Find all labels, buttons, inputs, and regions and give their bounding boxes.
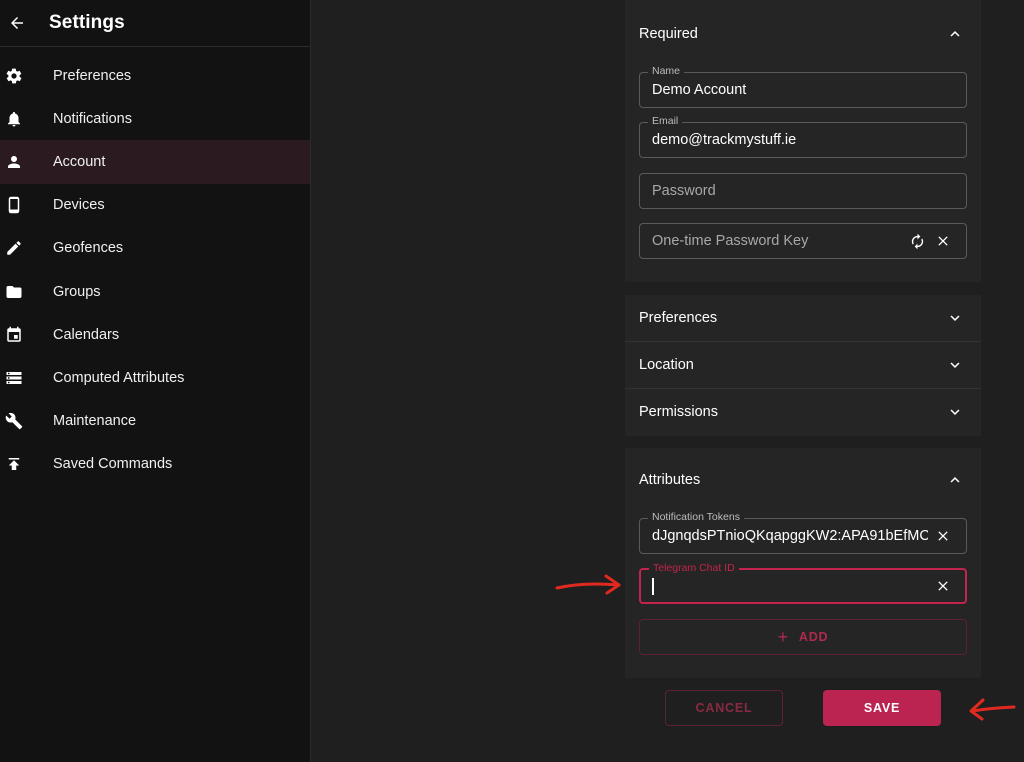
section-title: Preferences xyxy=(639,310,718,326)
plus-icon: + xyxy=(777,626,789,647)
annotation-arrow-telegram xyxy=(555,574,621,595)
permissions-section[interactable]: Permissions xyxy=(625,389,981,436)
permissions-header[interactable]: Permissions xyxy=(625,389,981,435)
wrench-icon xyxy=(0,400,28,443)
section-title: Required xyxy=(639,25,698,42)
preferences-header[interactable]: Preferences xyxy=(625,295,981,341)
field-label: Email xyxy=(648,115,683,127)
sidebar-item-label: Maintenance xyxy=(53,413,137,430)
password-field[interactable]: Password xyxy=(639,173,967,209)
chevron-up-icon xyxy=(943,22,967,46)
sidebar-item-geofences[interactable]: Geofences xyxy=(0,227,310,270)
field-value: demo@trackmystuff.ie xyxy=(652,132,797,148)
storage-icon xyxy=(0,356,28,399)
sidebar-item-label: Notifications xyxy=(53,110,132,127)
sidebar-menu: Preferences Notifications Account Device… xyxy=(0,47,310,486)
person-icon xyxy=(0,140,28,183)
upload-icon xyxy=(0,443,28,486)
preferences-section[interactable]: Preferences xyxy=(625,295,981,341)
sidebar-item-label: Devices xyxy=(53,197,105,214)
field-label: Telegram Chat ID xyxy=(649,562,739,574)
location-header[interactable]: Location xyxy=(625,342,981,388)
section-title: Attributes xyxy=(639,471,701,488)
telegram-chat-id-field[interactable]: Telegram Chat ID xyxy=(639,562,967,604)
sidebar-header: Settings xyxy=(0,0,310,47)
sidebar-item-label: Geofences xyxy=(53,240,124,257)
folder-icon xyxy=(0,270,28,313)
add-label: ADD xyxy=(798,630,829,644)
gear-icon xyxy=(0,54,28,97)
sidebar-item-computed-attributes[interactable]: Computed Attributes xyxy=(0,356,310,399)
section-title: Location xyxy=(639,357,694,373)
annotation-arrow-save xyxy=(969,698,1016,721)
email-field[interactable]: Email demo@trackmystuff.ie xyxy=(639,115,967,158)
calendar-icon xyxy=(0,313,28,356)
bell-icon xyxy=(0,97,28,140)
field-label: Notification Tokens xyxy=(648,511,744,523)
sidebar-item-groups[interactable]: Groups xyxy=(0,270,310,313)
chevron-up-icon xyxy=(943,468,967,492)
save-button[interactable]: SAVE xyxy=(823,690,941,726)
otp-key-field[interactable]: One-time Password Key xyxy=(639,223,967,259)
field-value: Demo Account xyxy=(652,82,747,98)
notification-tokens-field[interactable]: Notification Tokens dJgnqdsPTnioQKqapggK… xyxy=(639,511,967,554)
section-title: Permissions xyxy=(639,404,718,420)
text-cursor xyxy=(652,577,654,595)
location-section[interactable]: Location xyxy=(625,342,981,388)
required-section: Required Name Demo Account Email demo@tr… xyxy=(625,0,981,282)
page-title: Settings xyxy=(49,12,125,33)
field-label: Name xyxy=(648,65,685,77)
sidebar-item-label: Account xyxy=(53,153,106,170)
clear-icon[interactable] xyxy=(932,230,954,252)
field-value: dJgnqdsPTnioQKqapggKW2:APA91bEfMC xyxy=(652,528,928,544)
sidebar-item-saved-commands[interactable]: Saved Commands xyxy=(0,443,310,486)
sidebar-item-devices[interactable]: Devices xyxy=(0,184,310,227)
name-field[interactable]: Name Demo Account xyxy=(639,65,967,108)
cancel-button[interactable]: CANCEL xyxy=(665,690,783,726)
chevron-down-icon xyxy=(943,353,967,377)
settings-sidebar: Settings Preferences Notifications Accou… xyxy=(0,0,311,762)
sidebar-item-label: Preferences xyxy=(53,67,132,84)
refresh-icon[interactable] xyxy=(906,230,928,252)
attributes-section: Attributes Notification Tokens dJgnqdsPT… xyxy=(625,448,981,678)
add-attribute-button[interactable]: + ADD xyxy=(639,619,967,655)
sidebar-item-preferences[interactable]: Preferences xyxy=(0,54,310,97)
sidebar-item-calendars[interactable]: Calendars xyxy=(0,313,310,356)
sidebar-item-label: Calendars xyxy=(53,326,120,343)
chevron-down-icon xyxy=(943,306,967,330)
required-header[interactable]: Required xyxy=(625,10,981,57)
back-button[interactable] xyxy=(0,5,34,41)
sidebar-item-notifications[interactable]: Notifications xyxy=(0,97,310,140)
attributes-header[interactable]: Attributes xyxy=(625,456,981,503)
clear-icon[interactable] xyxy=(932,575,954,597)
chevron-down-icon xyxy=(943,400,967,424)
sidebar-item-label: Groups xyxy=(53,283,101,300)
sidebar-item-account[interactable]: Account xyxy=(0,140,310,184)
field-placeholder: Password xyxy=(652,183,716,199)
sidebar-item-maintenance[interactable]: Maintenance xyxy=(0,400,310,443)
pencil-icon xyxy=(0,227,28,270)
clear-icon[interactable] xyxy=(932,525,954,547)
sidebar-item-label: Saved Commands xyxy=(53,456,173,473)
field-placeholder: One-time Password Key xyxy=(652,233,809,249)
arrow-back-icon xyxy=(11,17,23,29)
sidebar-item-label: Computed Attributes xyxy=(53,369,185,386)
phone-icon xyxy=(0,184,28,227)
